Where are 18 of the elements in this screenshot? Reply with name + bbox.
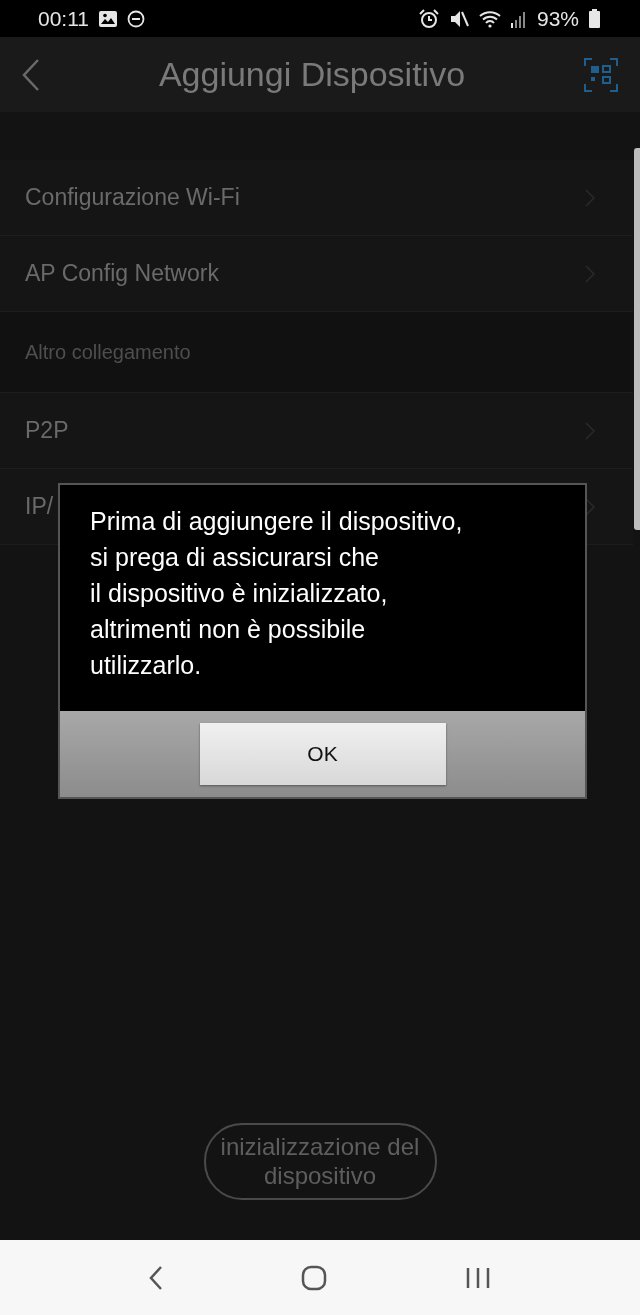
signal-icon xyxy=(510,9,527,28)
dialog-message: Prima di aggiungere il dispositivo, si prega di assicurarsi che il dispositivo è inizializzato, altrimenti non è possibile utilizzarlo. xyxy=(89,506,464,681)
home-icon[interactable] xyxy=(301,1264,327,1291)
status-time: 00:11 xyxy=(38,6,89,31)
ok-button[interactable]: OK xyxy=(199,723,446,785)
page-title: Aggiungi Dispositivo xyxy=(157,55,467,94)
qr-code-icon[interactable] xyxy=(584,57,618,92)
battery-icon xyxy=(589,9,600,28)
back-icon[interactable] xyxy=(22,58,40,91)
back-icon[interactable] xyxy=(149,1265,163,1290)
battery-level: 93% xyxy=(536,6,579,31)
recent-apps-icon[interactable] xyxy=(465,1266,491,1289)
do-not-disturb-icon xyxy=(127,9,145,28)
initialize-device-button[interactable]: inizializzazione del dispositivo xyxy=(203,1123,437,1200)
alarm-icon xyxy=(418,8,439,29)
chevron-icon xyxy=(585,497,595,516)
image-icon xyxy=(99,10,117,27)
wifi-icon xyxy=(478,9,501,28)
